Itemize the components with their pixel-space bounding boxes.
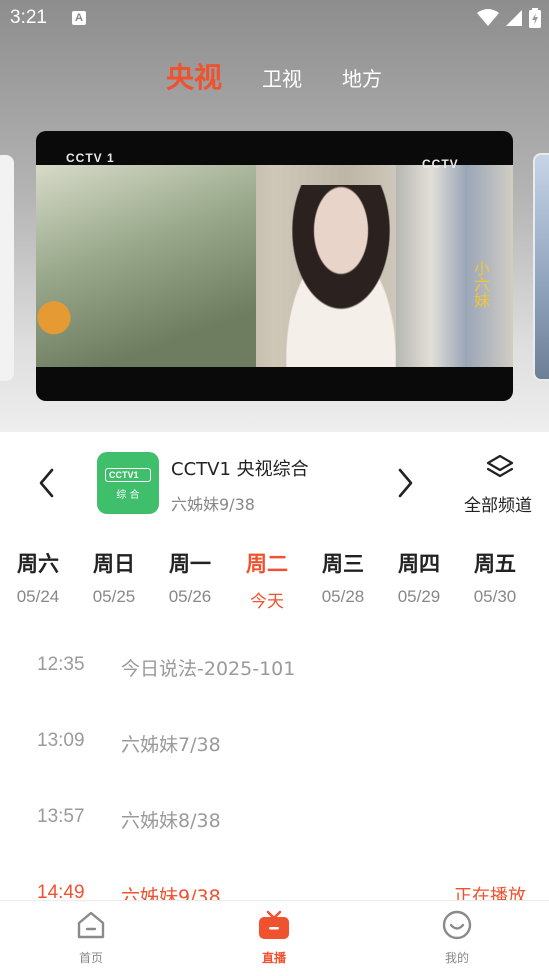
day-name: 周五 — [474, 552, 516, 576]
day-fri[interactable]: 周五 05/30 — [457, 548, 533, 607]
schedule-program: 六姊妹8/38 — [121, 810, 221, 832]
layers-icon[interactable] — [486, 452, 514, 486]
schedule-time: 13:57 — [37, 806, 85, 827]
channel-info-panel — [0, 432, 549, 532]
day-date: 05/26 — [168, 587, 212, 606]
day-date: 05/25 — [92, 587, 136, 606]
profile-icon — [442, 910, 472, 940]
day-name: 周一 — [169, 552, 211, 576]
all-channels-button[interactable]: 全部频道 — [464, 491, 532, 516]
channel-logo-sub: 综 合 — [116, 490, 140, 501]
nav-profile[interactable]: 我的 — [427, 909, 487, 966]
now-playing-label: 正在播放 — [454, 886, 526, 902]
day-date: 05/30 — [473, 587, 517, 606]
channel-group-tabs: 央视 卫视 地方 — [0, 52, 549, 98]
carousel-prev-card[interactable] — [0, 155, 14, 381]
a-icon: A — [72, 11, 86, 25]
next-channel-icon[interactable] — [393, 466, 417, 500]
video-player[interactable]: 小六妹 CCTV 1 CCTV — [36, 131, 513, 401]
schedule-time: 13:09 — [37, 730, 85, 751]
status-icons — [477, 8, 541, 28]
cctv-watermark: CCTV — [422, 157, 459, 171]
schedule-time: 12:35 — [37, 654, 85, 675]
day-selector: 周六 05/24 周日 05/25 周一 05/26 周二 今天 周三 05/2… — [0, 548, 549, 618]
day-date: 05/28 — [321, 587, 365, 606]
schedule-program: 今日说法-2025-101 — [121, 658, 296, 680]
day-wed[interactable]: 周三 05/28 — [305, 548, 381, 607]
tv-icon — [259, 910, 289, 939]
home-icon — [77, 911, 105, 939]
channel-name: CCTV1 央视综合 — [171, 459, 309, 480]
tab-cctv[interactable]: 央视 — [166, 56, 222, 96]
day-name: 周二 — [246, 552, 288, 576]
previous-channel-icon[interactable] — [35, 466, 59, 500]
schedule-item[interactable]: 13:57 六姊妹8/38 — [0, 806, 549, 846]
video-scene-person — [256, 185, 426, 367]
day-name: 周四 — [398, 552, 440, 576]
tab-satellite[interactable]: 卫视 — [262, 63, 302, 92]
nav-label: 我的 — [444, 951, 469, 965]
day-date: 今天 — [250, 592, 284, 611]
nav-label: 直播 — [261, 951, 286, 965]
video-caption: 小六妹 — [471, 260, 490, 308]
status-time: 3:21 — [10, 7, 47, 28]
video-scene-flower — [36, 285, 96, 367]
schedule-program: 六姊妹9/38 — [121, 886, 221, 902]
program-schedule: 12:35 今日说法-2025-101 13:09 六姊妹7/38 13:57 … — [0, 630, 549, 902]
cctv1-watermark: CCTV 1 — [66, 151, 115, 165]
schedule-item[interactable]: 13:09 六姊妹7/38 — [0, 730, 549, 770]
tab-local[interactable]: 地方 — [342, 63, 382, 92]
schedule-time: 14:49 — [37, 882, 85, 902]
current-program: 六姊妹9/38 — [171, 495, 255, 514]
carousel-next-card[interactable] — [533, 153, 549, 381]
nav-home[interactable]: 首页 — [61, 909, 121, 966]
day-thu[interactable]: 周四 05/29 — [381, 548, 457, 607]
day-date: 05/29 — [397, 587, 441, 606]
schedule-program: 六姊妹7/38 — [121, 734, 221, 756]
day-sat[interactable]: 周六 05/24 — [0, 548, 76, 607]
nav-live[interactable]: 直播 — [244, 909, 304, 966]
channel-logo-text: CCTV1 — [105, 468, 151, 482]
nav-label: 首页 — [78, 951, 103, 965]
day-sun[interactable]: 周日 05/25 — [76, 548, 152, 607]
battery-icon — [529, 8, 541, 28]
bottom-nav: 首页 直播 我的 — [0, 900, 549, 976]
day-name: 周三 — [322, 552, 364, 576]
status-bar: 3:21 A — [0, 0, 549, 38]
signal-icon — [506, 10, 522, 26]
channel-logo: CCTV1 综 合 — [97, 452, 159, 514]
schedule-item-live[interactable]: 14:49 六姊妹9/38 正在播放 — [0, 882, 549, 902]
day-name: 周日 — [93, 552, 135, 576]
day-tue-today[interactable]: 周二 今天 — [229, 548, 305, 612]
day-name: 周六 — [17, 552, 59, 576]
day-date: 05/24 — [16, 587, 60, 606]
schedule-item[interactable]: 12:35 今日说法-2025-101 — [0, 654, 549, 694]
day-mon[interactable]: 周一 05/26 — [152, 548, 228, 607]
video-frame: 小六妹 — [36, 165, 513, 367]
wifi-icon — [477, 9, 499, 26]
